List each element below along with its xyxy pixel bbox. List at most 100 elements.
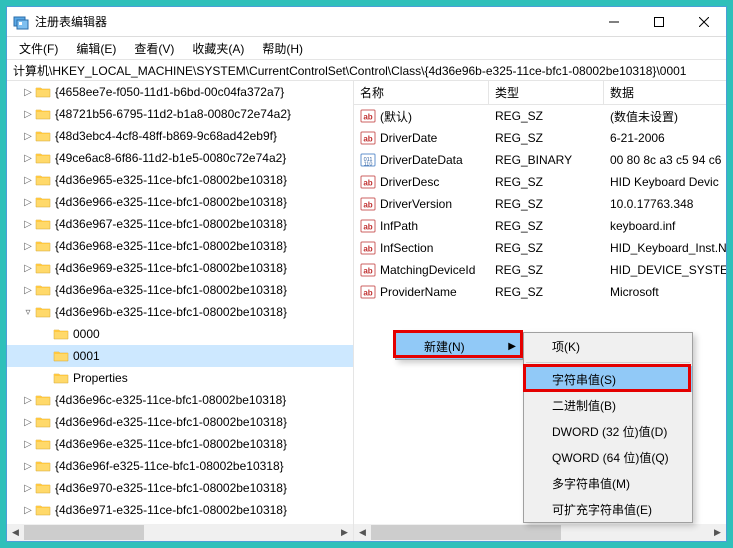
scroll-thumb[interactable] xyxy=(371,525,561,540)
tree-item[interactable]: ▷{4d36e96d-e325-11ce-bfc1-08002be10318} xyxy=(7,411,353,433)
tree-item[interactable]: ▷ {4d36e965-e325-11ce-bfc1-08002be10318} xyxy=(7,169,353,191)
list-row[interactable]: ab(默认)REG_SZ(数值未设置) xyxy=(354,105,726,127)
tree-item[interactable]: Properties xyxy=(7,367,353,389)
value-type: REG_SZ xyxy=(489,175,604,189)
tree-item[interactable]: ▷{4d36e96c-e325-11ce-bfc1-08002be10318} xyxy=(7,389,353,411)
tree-expander-icon[interactable]: ▷ xyxy=(21,217,35,231)
scroll-right-icon[interactable]: ▶ xyxy=(709,524,726,541)
menu-separator xyxy=(526,362,690,363)
address-bar[interactable]: 计算机\HKEY_LOCAL_MACHINE\SYSTEM\CurrentCon… xyxy=(7,59,726,81)
tree-item[interactable]: ▷{4d36e967-e325-11ce-bfc1-08002be10318} xyxy=(7,213,353,235)
tree-item-label: {4d36e965-e325-11ce-bfc1-08002be10318} xyxy=(55,173,287,187)
tree-expander-icon[interactable]: ▷ xyxy=(21,85,35,99)
tree-expander-icon[interactable]: ▷ xyxy=(21,437,35,451)
list-row[interactable]: abDriverDateREG_SZ6-21-2006 xyxy=(354,127,726,149)
tree-item-label: {4d36e969-e325-11ce-bfc1-08002be10318} xyxy=(55,261,287,275)
titlebar: 注册表编辑器 xyxy=(7,7,726,37)
context-item-multi[interactable]: 多字符串值(M) xyxy=(524,470,692,496)
scroll-left-icon[interactable]: ◀ xyxy=(354,524,371,541)
tree-expander-icon[interactable]: ▷ xyxy=(21,415,35,429)
tree-expander-icon[interactable]: ▷ xyxy=(21,195,35,209)
context-item-binary[interactable]: 二进制值(B) xyxy=(524,392,692,418)
folder-icon xyxy=(53,349,69,363)
tree-expander-icon[interactable]: ▿ xyxy=(21,305,35,319)
folder-icon xyxy=(35,503,51,517)
tree-item-label: {4d36e968-e325-11ce-bfc1-08002be10318} xyxy=(55,239,287,253)
list-scrollbar-h[interactable]: ◀ ▶ xyxy=(354,524,726,541)
tree-item[interactable]: ▷{4d36e966-e325-11ce-bfc1-08002be10318} xyxy=(7,191,353,213)
list-row[interactable]: abDriverDescREG_SZHID Keyboard Devic xyxy=(354,171,726,193)
tree-item[interactable]: ▷ {4d36e968-e325-11ce-bfc1-08002be10318} xyxy=(7,235,353,257)
tree-item[interactable]: ▷ {48721b56-6795-11d2-b1a8-0080c72e74a2} xyxy=(7,103,353,125)
list-row[interactable]: abInfSectionREG_SZHID_Keyboard_Inst.N xyxy=(354,237,726,259)
minimize-button[interactable] xyxy=(591,7,636,36)
submenu-arrow-icon: ▶ xyxy=(508,341,516,352)
tree-item-label: {4d36e971-e325-11ce-bfc1-08002be10318} xyxy=(55,503,287,517)
tree-view[interactable]: ▷{4658ee7e-f050-11d1-b6bd-00c04fa372a7}▷… xyxy=(7,81,353,524)
tree-item[interactable]: ▷{49ce6ac8-6f86-11d2-b1e5-0080c72e74a2} xyxy=(7,147,353,169)
value-type: REG_SZ xyxy=(489,131,604,145)
string-value-icon: ab xyxy=(360,174,376,190)
col-data[interactable]: 数据 xyxy=(604,81,726,104)
folder-icon xyxy=(35,437,51,451)
col-type[interactable]: 类型 xyxy=(489,81,604,104)
tree-item[interactable]: ▷ {4d36e969-e325-11ce-bfc1-08002be10318} xyxy=(7,257,353,279)
tree-item-label: {4d36e96b-e325-11ce-bfc1-08002be10318} xyxy=(55,305,287,319)
list-row[interactable]: abProviderNameREG_SZMicrosoft xyxy=(354,281,726,303)
menu-view[interactable]: 查看(V) xyxy=(126,38,182,59)
tree-item[interactable]: ▷ {4d36e971-e325-11ce-bfc1-08002be10318} xyxy=(7,499,353,521)
tree-expander-icon[interactable]: ▷ xyxy=(21,239,35,253)
tree-expander-icon[interactable]: ▷ xyxy=(21,503,35,517)
tree-item[interactable]: 0000 xyxy=(7,323,353,345)
tree-item[interactable]: ▷{4658ee7e-f050-11d1-b6bd-00c04fa372a7} xyxy=(7,81,353,103)
tree-expander-icon[interactable]: ▷ xyxy=(21,107,35,121)
tree-expander-icon[interactable]: ▷ xyxy=(21,151,35,165)
tree-expander-icon[interactable] xyxy=(39,371,53,385)
list-row[interactable]: abMatchingDeviceIdREG_SZHID_DEVICE_SYSTE… xyxy=(354,259,726,281)
tree-item[interactable]: ▿ {4d36e96b-e325-11ce-bfc1-08002be10318} xyxy=(7,301,353,323)
context-item-expand[interactable]: 可扩充字符串值(E) xyxy=(524,496,692,522)
tree-expander-icon[interactable] xyxy=(39,349,53,363)
tree-item-label: {4d36e96a-e325-11ce-bfc1-08002be10318} xyxy=(55,283,287,297)
tree-expander-icon[interactable] xyxy=(39,327,53,341)
menu-favorites[interactable]: 收藏夹(A) xyxy=(184,38,252,59)
menu-edit[interactable]: 编辑(E) xyxy=(68,38,124,59)
tree-expander-icon[interactable]: ▷ xyxy=(21,459,35,473)
tree-item[interactable]: ▷{4d36e96f-e325-11ce-bfc1-08002be10318} xyxy=(7,455,353,477)
context-item-qword[interactable]: QWORD (64 位)值(Q) xyxy=(524,444,692,470)
value-name: ProviderName xyxy=(380,285,457,299)
col-name[interactable]: 名称 xyxy=(354,81,489,104)
tree-scrollbar-h[interactable]: ◀ ▶ xyxy=(7,524,353,541)
registry-editor-window: 注册表编辑器 文件(F) 编辑(E) 查看(V) 收藏夹(A) 帮助(H) 计算… xyxy=(6,6,727,542)
tree-item[interactable]: ▷{48d3ebc4-4cf8-48ff-b869-9c68ad42eb9f} xyxy=(7,125,353,147)
close-button[interactable] xyxy=(681,7,726,36)
tree-item[interactable]: 0001 xyxy=(7,345,353,367)
scroll-right-icon[interactable]: ▶ xyxy=(336,524,353,541)
folder-icon xyxy=(35,393,51,407)
scroll-left-icon[interactable]: ◀ xyxy=(7,524,24,541)
context-item-string[interactable]: 字符串值(S) xyxy=(524,366,692,392)
list-row[interactable]: 011110DriverDateDataREG_BINARY00 80 8c a… xyxy=(354,149,726,171)
tree-expander-icon[interactable]: ▷ xyxy=(21,173,35,187)
menu-help[interactable]: 帮助(H) xyxy=(254,38,311,59)
tree-item[interactable]: ▷{4d36e970-e325-11ce-bfc1-08002be10318} xyxy=(7,477,353,499)
svg-text:ab: ab xyxy=(363,267,372,276)
tree-expander-icon[interactable]: ▷ xyxy=(21,129,35,143)
list-row[interactable]: abInfPathREG_SZkeyboard.inf xyxy=(354,215,726,237)
scroll-thumb[interactable] xyxy=(24,525,144,540)
context-item-dword[interactable]: DWORD (32 位)值(D) xyxy=(524,418,692,444)
tree-expander-icon[interactable]: ▷ xyxy=(21,393,35,407)
tree-expander-icon[interactable]: ▷ xyxy=(21,261,35,275)
menu-file[interactable]: 文件(F) xyxy=(11,38,66,59)
tree-item[interactable]: ▷{4d36e96e-e325-11ce-bfc1-08002be10318} xyxy=(7,433,353,455)
tree-expander-icon[interactable]: ▷ xyxy=(21,481,35,495)
tree-item-label: {48721b56-6795-11d2-b1a8-0080c72e74a2} xyxy=(55,107,291,121)
tree-item[interactable]: ▷ {4d36e96a-e325-11ce-bfc1-08002be10318} xyxy=(7,279,353,301)
context-item-key[interactable]: 项(K) xyxy=(524,333,692,359)
list-row[interactable]: abDriverVersionREG_SZ10.0.17763.348 xyxy=(354,193,726,215)
string-value-icon: ab xyxy=(360,262,376,278)
maximize-button[interactable] xyxy=(636,7,681,36)
svg-text:ab: ab xyxy=(363,135,372,144)
tree-expander-icon[interactable]: ▷ xyxy=(21,283,35,297)
context-item-new[interactable]: 新建(N) ▶ xyxy=(396,333,522,359)
